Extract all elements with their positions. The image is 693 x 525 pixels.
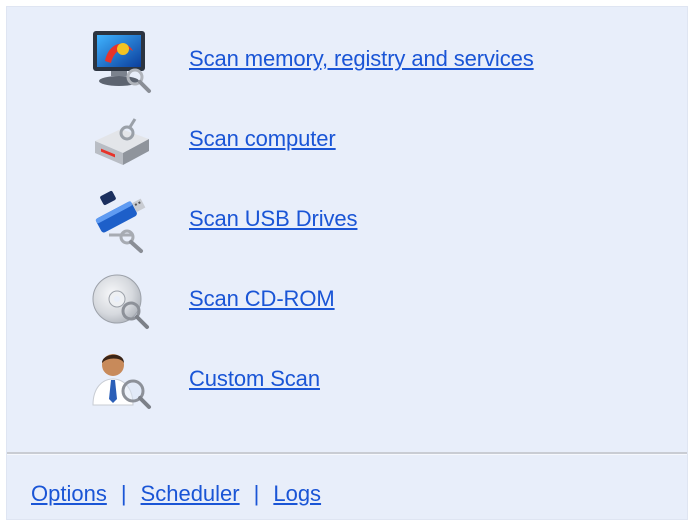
- scan-computer-link[interactable]: Scan computer: [189, 126, 336, 152]
- custom-scan-item[interactable]: Custom Scan: [87, 341, 667, 421]
- scan-options-list: Scan memory, registry and services Scan …: [87, 21, 667, 421]
- options-link[interactable]: Options: [31, 481, 107, 507]
- scan-cd-rom-item[interactable]: Scan CD-ROM: [87, 261, 667, 341]
- footer-links: Options | Scheduler | Logs: [31, 481, 321, 507]
- monitor-magnifier-icon: [87, 27, 155, 95]
- scan-memory-registry-services-link[interactable]: Scan memory, registry and services: [189, 46, 534, 72]
- scan-panel: Scan memory, registry and services Scan …: [6, 6, 688, 520]
- logs-link[interactable]: Logs: [273, 481, 321, 507]
- footer-separator: |: [253, 481, 260, 506]
- scan-memory-registry-services-item[interactable]: Scan memory, registry and services: [87, 21, 667, 101]
- usb-drive-icon: [87, 187, 155, 255]
- custom-scan-link[interactable]: Custom Scan: [189, 366, 320, 392]
- computer-drive-icon: [87, 107, 155, 175]
- footer-separator: |: [120, 481, 127, 506]
- scheduler-link[interactable]: Scheduler: [141, 481, 240, 507]
- cd-rom-icon: [87, 267, 155, 335]
- scan-cd-rom-link[interactable]: Scan CD-ROM: [189, 286, 335, 312]
- footer-divider: [7, 452, 687, 455]
- user-magnifier-icon: [87, 347, 155, 415]
- scan-usb-drives-item[interactable]: Scan USB Drives: [87, 181, 667, 261]
- scan-usb-drives-link[interactable]: Scan USB Drives: [189, 206, 358, 232]
- scan-computer-item[interactable]: Scan computer: [87, 101, 667, 181]
